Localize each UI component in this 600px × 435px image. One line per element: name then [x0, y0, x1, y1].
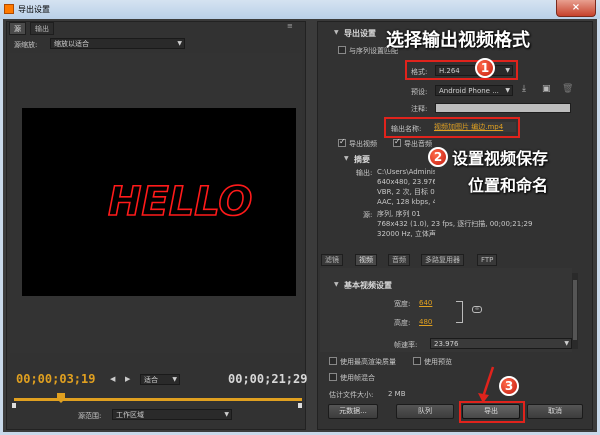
- queue-button[interactable]: 队列: [396, 404, 454, 419]
- annotation-text-save-line1: 设置视频保存: [452, 149, 549, 168]
- basic-video-collapse-icon[interactable]: ▼: [334, 281, 339, 288]
- width-value[interactable]: 640: [419, 299, 432, 307]
- collapse-icon[interactable]: ▼: [334, 29, 339, 36]
- save-preset-icon[interactable]: ⤓: [522, 84, 526, 94]
- chevron-down-icon: ▼: [505, 87, 510, 94]
- export-settings-title: 导出设置: [344, 29, 376, 38]
- current-timecode[interactable]: 00;00;03;19: [16, 372, 95, 386]
- frame-rate-value: 23.976: [434, 340, 459, 348]
- comment-label: 注释:: [411, 105, 428, 113]
- comment-field[interactable]: [435, 103, 571, 113]
- metadata-button[interactable]: 元数据...: [328, 404, 378, 419]
- export-video-label: 导出视频: [349, 140, 377, 148]
- fit-value: 适合: [144, 376, 158, 384]
- chevron-down-icon: ▼: [172, 376, 177, 383]
- tab-source[interactable]: 源: [9, 22, 26, 35]
- cancel-button[interactable]: 取消: [527, 404, 583, 419]
- tab-video[interactable]: 视频: [355, 254, 377, 266]
- delete-preset-icon[interactable]: 🗑: [562, 84, 573, 94]
- output-line: AAC, 128 kbps, 44 kHz, 立体声: [377, 198, 435, 206]
- frame-blend-label: 使用帧混合: [340, 374, 375, 382]
- max-render-label: 使用最高渲染质量: [340, 358, 396, 366]
- file-size-label: 估计文件大小:: [329, 391, 374, 399]
- height-value[interactable]: 480: [419, 318, 432, 326]
- tab-multiplexer[interactable]: 多路复用器: [421, 254, 464, 266]
- annotation-box-format: [405, 60, 518, 80]
- preset-value: Android Phone ...: [439, 87, 499, 95]
- use-preview-label: 使用预览: [424, 358, 452, 366]
- frame-blend-checkbox[interactable]: [329, 373, 337, 381]
- export-audio-checkbox[interactable]: [393, 137, 401, 147]
- source-scale-dropdown[interactable]: 缩放以适合 ▼: [50, 38, 185, 49]
- source-summary: 序列, 序列 01 768x432 (1.0), 23 fps, 逐行扫描, 0…: [377, 209, 532, 239]
- range-start-handle[interactable]: [12, 403, 16, 408]
- source-range-dropdown[interactable]: 工作区域 ▼: [112, 409, 232, 420]
- annotation-text-save-line2: 位置和命名: [468, 176, 549, 195]
- source-scale-value: 缩放以适合: [54, 40, 89, 48]
- output-summary-label: 输出:: [356, 169, 373, 177]
- output-line: C:\Users\Administrator\Desktop\视频加图片 编边.…: [377, 168, 435, 176]
- annotation-text-format: 选择输出视频格式: [386, 30, 530, 51]
- chevron-down-icon: ▼: [224, 411, 229, 418]
- annotation-number-2: 2: [428, 147, 448, 167]
- mark-out-icon[interactable]: ▶: [125, 375, 130, 383]
- annotation-number-1: 1: [475, 58, 495, 78]
- window-title: 导出设置: [18, 5, 50, 14]
- output-summary: C:\Users\Administrator\Desktop\视频加图片 编边.…: [377, 167, 435, 207]
- frame-rate-dropdown[interactable]: 23.976 ▼: [430, 338, 572, 349]
- total-timecode: 00;00;21;29: [228, 372, 308, 386]
- tab-audio[interactable]: 音频: [388, 254, 410, 266]
- match-sequence-checkbox[interactable]: [338, 46, 346, 54]
- source-summary-label: 源:: [363, 211, 373, 219]
- panel-menu-icon[interactable]: ≡: [287, 22, 293, 30]
- chevron-down-icon: ▼: [177, 40, 182, 47]
- height-label: 高度:: [394, 319, 411, 327]
- annotation-box-output-name: [384, 117, 520, 138]
- tab-ftp[interactable]: FTP: [477, 254, 498, 266]
- output-line: VBR, 2 次, 目标 0.94 MB: [377, 188, 435, 196]
- summary-collapse-icon[interactable]: ▼: [344, 155, 349, 162]
- import-preset-icon[interactable]: ▣: [542, 84, 551, 94]
- output-line: 640x480, 23.976 fps, 逐行: [377, 178, 435, 186]
- fit-dropdown[interactable]: 适合 ▼: [140, 374, 180, 385]
- title-bar: [0, 0, 600, 19]
- source-scale-label: 源缩放:: [14, 41, 38, 49]
- tab-output[interactable]: 输出: [30, 22, 54, 35]
- preset-dropdown[interactable]: Android Phone ... ▼: [435, 85, 513, 96]
- export-audio-label: 导出音频: [404, 140, 432, 148]
- source-line: 32000 Hz, 立体声: [377, 230, 436, 238]
- aspect-bracket: [456, 301, 463, 323]
- file-size-value: 2 MB: [388, 390, 406, 398]
- source-range-label: 源范围:: [78, 412, 102, 420]
- window-close-button[interactable]: ×: [556, 0, 596, 17]
- preset-label: 预设:: [411, 88, 428, 96]
- app-icon: [4, 4, 14, 14]
- summary-title: 摘要: [354, 155, 370, 164]
- basic-video-title: 基本视频设置: [344, 281, 392, 290]
- tab-filters[interactable]: 滤镜: [321, 254, 343, 266]
- mark-in-icon[interactable]: ◀: [110, 375, 115, 383]
- link-icon[interactable]: ∞: [472, 306, 482, 313]
- export-video-checkbox[interactable]: [338, 137, 346, 147]
- hello-text: HELLO: [108, 179, 252, 225]
- source-range-value: 工作区域: [116, 411, 144, 419]
- width-label: 宽度:: [394, 300, 411, 308]
- source-line: 序列, 序列 01: [377, 210, 421, 218]
- range-end-handle[interactable]: [298, 403, 302, 408]
- chevron-down-icon: ▼: [564, 340, 569, 347]
- max-render-checkbox[interactable]: [329, 357, 337, 365]
- scrollbar-thumb[interactable]: [573, 280, 577, 340]
- frame-rate-label: 帧速率:: [394, 341, 418, 349]
- preview-hello-graphic: HELLO: [107, 178, 253, 225]
- annotation-arrow-icon: [478, 366, 495, 403]
- use-preview-checkbox[interactable]: [413, 357, 421, 365]
- source-line: 768x432 (1.0), 23 fps, 逐行扫描, 00;00;21;29: [377, 220, 533, 228]
